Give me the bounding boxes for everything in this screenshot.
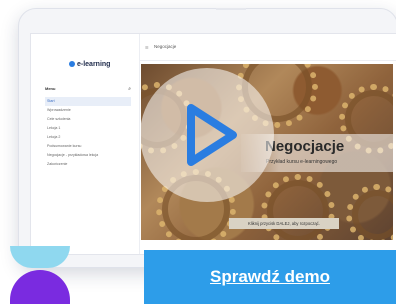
- demo-button-label: Sprawdź demo: [210, 267, 330, 286]
- breadcrumb: Negocjacje: [154, 44, 177, 49]
- gear-decoration: [346, 184, 393, 240]
- slide-subtitle: Przykład kursu e-learningowego: [266, 159, 338, 165]
- menu-item[interactable]: Podsumowanie kursu: [45, 142, 131, 151]
- course-sidebar: e-learning Menu ⌕ Start Wprowadzenie Cel…: [31, 34, 140, 254]
- menu-item[interactable]: Lekcja 2: [45, 133, 131, 142]
- menu-title: Menu: [45, 86, 56, 91]
- player-topbar: ☰ Negocjacje: [139, 34, 396, 61]
- decorative-shape: [10, 270, 70, 304]
- menu-header[interactable]: Menu ⌕: [45, 86, 131, 92]
- menu-item[interactable]: Lekcja 1: [45, 124, 131, 133]
- gear-decoration: [261, 174, 335, 240]
- menu-item[interactable]: Negocjacje - przykładowa lekcja: [45, 151, 131, 160]
- course-menu: Start Wprowadzenie Cele szkolenia Lekcja…: [45, 97, 131, 169]
- menu-icon[interactable]: ☰: [145, 45, 149, 50]
- slide-title: Negocjacje: [265, 138, 345, 155]
- menu-item[interactable]: Zakończenie: [45, 160, 131, 169]
- menu-item[interactable]: Wprowadzenie: [45, 106, 131, 115]
- menu-item-start[interactable]: Start: [45, 97, 131, 106]
- demo-button[interactable]: Sprawdź demo: [144, 250, 396, 304]
- slide-hint: Kliknij przycisk DALEJ, aby rozpocząć.: [229, 218, 339, 229]
- logo-text: e-learning: [77, 61, 111, 68]
- play-button[interactable]: [140, 68, 274, 202]
- device-camera: [216, 8, 246, 10]
- play-icon: [187, 104, 237, 166]
- menu-item[interactable]: Cele szkolenia: [45, 115, 131, 124]
- logo-mark-icon: [69, 61, 75, 68]
- search-icon[interactable]: ⌕: [128, 86, 131, 92]
- app-logo: e-learning: [69, 61, 110, 68]
